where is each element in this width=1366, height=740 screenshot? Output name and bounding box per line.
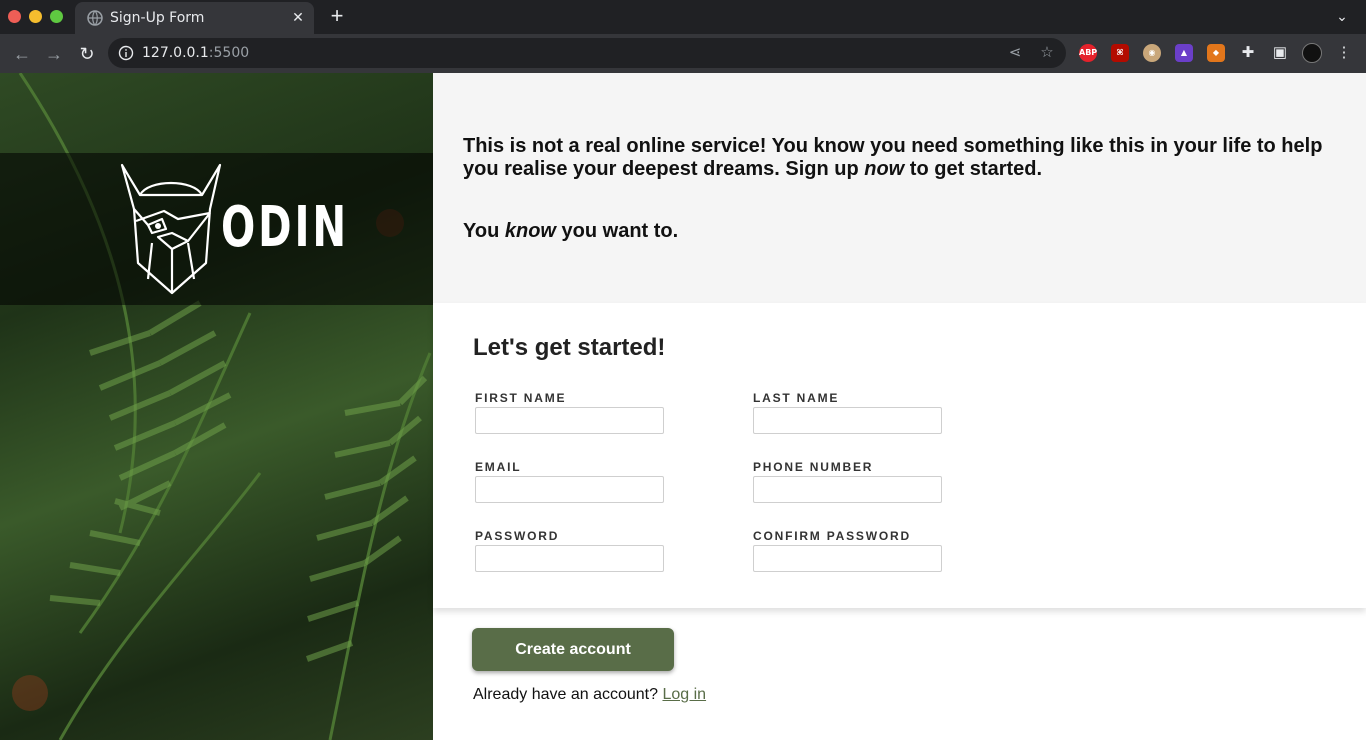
first-name-label: FIRST NAME — [475, 391, 567, 405]
plus-icon[interactable]: + — [326, 5, 348, 27]
intro-section: This is not a real online service! You k… — [433, 73, 1366, 303]
pdf-extension-icon[interactable]: ⌘ — [1111, 44, 1129, 62]
adblock-extension-icon[interactable]: ABP — [1079, 44, 1097, 62]
password-field: PASSWORD — [475, 529, 664, 572]
confirm-password-field: CONFIRM PASSWORD — [753, 529, 942, 572]
form-title: Let's get started! — [473, 334, 666, 361]
email-label: EMAIL — [475, 460, 522, 474]
maximize-window-button[interactable] — [50, 10, 63, 23]
close-window-button[interactable] — [8, 10, 21, 23]
last-name-input[interactable] — [753, 407, 942, 434]
back-icon[interactable]: ← — [9, 41, 35, 67]
side-panel-icon[interactable]: ▣ — [1270, 43, 1290, 63]
password-input[interactable] — [475, 545, 664, 572]
star-icon[interactable]: ☆ — [1038, 44, 1056, 62]
reload-icon[interactable]: ↻ — [74, 41, 100, 67]
globe-icon — [87, 10, 103, 26]
last-name-field: LAST NAME — [753, 391, 942, 434]
hat-extension-icon[interactable]: ▲ — [1175, 44, 1193, 62]
email-field: EMAIL — [475, 460, 664, 503]
logo-text: ODIN — [221, 195, 350, 260]
login-prompt: Already have an account? Log in — [473, 686, 707, 703]
password-label: PASSWORD — [475, 529, 560, 543]
puzzle-icon[interactable]: ✚ — [1238, 43, 1258, 63]
create-account-button[interactable]: Create account — [472, 628, 674, 671]
phone-label: PHONE NUMBER — [753, 460, 874, 474]
minimize-window-button[interactable] — [29, 10, 42, 23]
chevron-down-icon[interactable]: ⌄ — [1334, 8, 1350, 24]
logo-band: ODIN — [0, 153, 433, 305]
signup-form: Let's get started! FIRST NAME LAST NAME … — [433, 303, 1366, 608]
first-name-input[interactable] — [475, 407, 664, 434]
forward-icon[interactable]: → — [41, 41, 67, 67]
profile-avatar[interactable] — [1302, 43, 1322, 63]
last-name-label: LAST NAME — [753, 391, 840, 405]
owl-extension-icon[interactable]: ◉ — [1143, 44, 1161, 62]
hero-image: ODIN — [0, 73, 433, 740]
url-text: 127.0.0.1:5500 — [142, 45, 250, 61]
phone-input[interactable] — [753, 476, 942, 503]
login-link[interactable]: Log in — [662, 686, 706, 703]
browser-toolbar: ← → ↻ 127.0.0.1:5500 ⋖ ☆ ABP ⌘ ◉ ▲ 4 ◆ ✚… — [0, 34, 1366, 101]
close-icon[interactable]: ✕ — [290, 9, 306, 25]
tab-strip: Sign-Up Form ✕ + ⌄ — [0, 0, 1366, 34]
share-icon[interactable]: ⋖ — [1006, 44, 1024, 62]
email-input[interactable] — [475, 476, 664, 503]
intro-paragraph: This is not a real online service! You k… — [463, 135, 1323, 180]
address-bar[interactable]: 127.0.0.1:5500 ⋖ ☆ — [108, 38, 1066, 68]
confirm-password-input[interactable] — [753, 545, 942, 572]
intro-tagline: You know you want to. — [463, 220, 679, 242]
phone-field: PHONE NUMBER — [753, 460, 942, 503]
fox-extension-icon[interactable]: ◆ — [1207, 44, 1225, 62]
browser-tab[interactable]: Sign-Up Form ✕ — [75, 2, 314, 34]
tab-title: Sign-Up Form — [110, 10, 205, 26]
confirm-password-label: CONFIRM PASSWORD — [753, 529, 911, 543]
viking-head-icon — [120, 163, 222, 295]
more-icon[interactable]: ⋮ — [1334, 43, 1354, 63]
info-icon[interactable] — [118, 45, 134, 61]
first-name-field: FIRST NAME — [475, 391, 664, 434]
